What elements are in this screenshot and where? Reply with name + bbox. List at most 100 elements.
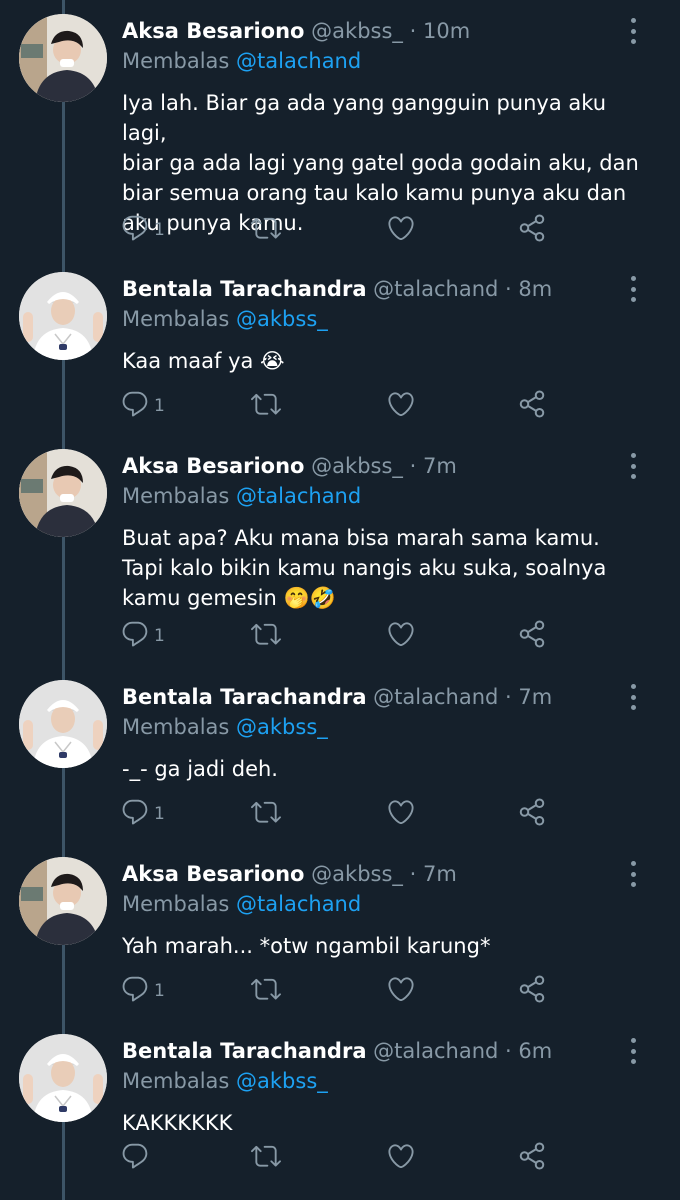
mention-link[interactable]: @akbss_ bbox=[236, 715, 328, 739]
like-button[interactable] bbox=[386, 1138, 416, 1174]
more-options-icon[interactable] bbox=[624, 18, 642, 44]
author-name[interactable]: Bentala Tarachandra bbox=[122, 685, 366, 709]
avatar-aksa[interactable] bbox=[19, 857, 107, 945]
tweet-header: Aksa Besariono @akbss_ · 10m bbox=[122, 16, 470, 46]
replying-to: Membalas @akbss_ bbox=[122, 1066, 328, 1096]
tweet-text-line: Iya lah. Biar ga ada yang gangguin punya… bbox=[122, 91, 607, 145]
retweet-button[interactable] bbox=[251, 616, 281, 652]
share-button[interactable] bbox=[517, 794, 547, 830]
reply-button[interactable]: 1 bbox=[120, 794, 165, 830]
heart-icon bbox=[386, 974, 416, 1004]
share-icon bbox=[517, 619, 547, 649]
mention-link[interactable]: @akbss_ bbox=[236, 1069, 328, 1093]
retweet-button[interactable] bbox=[251, 794, 281, 830]
share-icon bbox=[517, 213, 547, 243]
avatar-bentala[interactable] bbox=[19, 272, 107, 360]
author-handle[interactable]: @akbss_ bbox=[311, 862, 403, 886]
avatar-bentala[interactable] bbox=[19, 680, 107, 768]
avatar-aksa[interactable] bbox=[19, 449, 107, 537]
author-handle[interactable]: @akbss_ bbox=[311, 19, 403, 43]
author-name[interactable]: Bentala Tarachandra bbox=[122, 277, 366, 301]
mention-link[interactable]: @talachand bbox=[236, 892, 361, 916]
tweet-actions bbox=[0, 1138, 680, 1174]
timestamp[interactable]: 6m bbox=[518, 1039, 552, 1063]
separator-dot: · bbox=[409, 454, 417, 478]
author-handle[interactable]: @talachand bbox=[373, 685, 498, 709]
tweet-text: Yah marah... *otw ngambil karung* bbox=[122, 931, 642, 961]
author-handle[interactable]: @talachand bbox=[373, 1039, 498, 1063]
reply-count: 1 bbox=[154, 396, 165, 416]
separator-dot: · bbox=[505, 685, 512, 709]
reply-icon bbox=[120, 797, 150, 827]
more-options-icon[interactable] bbox=[624, 276, 642, 302]
replying-to-label: Membalas bbox=[122, 484, 230, 508]
mention-link[interactable]: @talachand bbox=[236, 49, 361, 73]
reply-button[interactable]: 1 bbox=[120, 386, 165, 422]
share-button[interactable] bbox=[517, 1138, 547, 1174]
timestamp[interactable]: 7m bbox=[423, 862, 457, 886]
tweet-actions: 1 bbox=[0, 971, 680, 1007]
tweet-text-line: biar semua orang tau kalo kamu punya aku… bbox=[122, 181, 627, 205]
tweet-text: -_- ga jadi deh. bbox=[122, 754, 642, 784]
reply-icon bbox=[120, 619, 150, 649]
reply-button[interactable]: 1 bbox=[120, 971, 165, 1007]
like-button[interactable] bbox=[386, 794, 416, 830]
timestamp[interactable]: 7m bbox=[518, 685, 552, 709]
timestamp[interactable]: 10m bbox=[423, 19, 470, 43]
tweet-actions: 1 bbox=[0, 794, 680, 830]
author-name[interactable]: Aksa Besariono bbox=[122, 862, 304, 886]
more-options-icon[interactable] bbox=[624, 1038, 642, 1064]
reply-button[interactable] bbox=[120, 1138, 154, 1174]
separator-dot: · bbox=[505, 277, 512, 301]
author-name[interactable]: Aksa Besariono bbox=[122, 454, 304, 478]
tweet-text: Kaa maaf ya 😭 bbox=[122, 346, 642, 376]
replying-to-label: Membalas bbox=[122, 1069, 230, 1093]
like-button[interactable] bbox=[386, 210, 416, 246]
heart-icon bbox=[386, 619, 416, 649]
retweet-button[interactable] bbox=[251, 1138, 281, 1174]
reply-icon bbox=[120, 1141, 150, 1171]
separator-dot: · bbox=[409, 862, 417, 886]
tweet-actions: 1 bbox=[0, 616, 680, 652]
reply-icon bbox=[120, 389, 150, 419]
retweet-button[interactable] bbox=[251, 210, 281, 246]
tweet-header: Aksa Besariono @akbss_ · 7m bbox=[122, 859, 457, 889]
replying-to: Membalas @akbss_ bbox=[122, 304, 328, 334]
author-name[interactable]: Bentala Tarachandra bbox=[122, 1039, 366, 1063]
retweet-button[interactable] bbox=[251, 386, 281, 422]
author-handle[interactable]: @talachand bbox=[373, 277, 498, 301]
author-name[interactable]: Aksa Besariono bbox=[122, 19, 304, 43]
tweet-actions: 1 bbox=[0, 210, 680, 246]
like-button[interactable] bbox=[386, 386, 416, 422]
like-button[interactable] bbox=[386, 971, 416, 1007]
more-options-icon[interactable] bbox=[624, 861, 642, 887]
mention-link[interactable]: @akbss_ bbox=[236, 307, 328, 331]
heart-icon bbox=[386, 797, 416, 827]
replying-to: Membalas @talachand bbox=[122, 46, 361, 76]
more-options-icon[interactable] bbox=[624, 453, 642, 479]
share-button[interactable] bbox=[517, 616, 547, 652]
tweet-actions: 1 bbox=[0, 386, 680, 422]
share-button[interactable] bbox=[517, 210, 547, 246]
retweet-icon bbox=[251, 213, 281, 243]
retweet-button[interactable] bbox=[251, 971, 281, 1007]
share-button[interactable] bbox=[517, 971, 547, 1007]
more-options-icon[interactable] bbox=[624, 684, 642, 710]
reply-icon bbox=[120, 974, 150, 1004]
reply-button[interactable]: 1 bbox=[120, 616, 165, 652]
reply-count: 1 bbox=[154, 804, 165, 824]
mention-link[interactable]: @talachand bbox=[236, 484, 361, 508]
timestamp[interactable]: 8m bbox=[518, 277, 552, 301]
author-handle[interactable]: @akbss_ bbox=[311, 454, 403, 478]
tweet-text: KAKKKKKK bbox=[122, 1108, 642, 1138]
thread-line bbox=[62, 0, 65, 1200]
avatar-aksa[interactable] bbox=[19, 14, 107, 102]
reply-icon bbox=[120, 213, 150, 243]
share-button[interactable] bbox=[517, 386, 547, 422]
like-button[interactable] bbox=[386, 616, 416, 652]
timestamp[interactable]: 7m bbox=[423, 454, 457, 478]
retweet-icon bbox=[251, 797, 281, 827]
heart-icon bbox=[386, 389, 416, 419]
avatar-bentala[interactable] bbox=[19, 1034, 107, 1122]
reply-button[interactable]: 1 bbox=[120, 210, 165, 246]
